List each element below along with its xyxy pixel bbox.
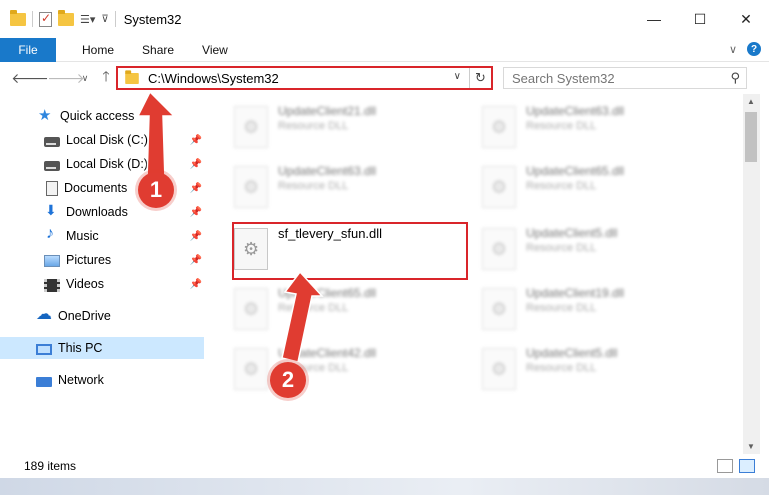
arrow-1 — [136, 90, 176, 181]
annotation-arrows — [136, 90, 324, 363]
step-2-callout: 2 — [270, 362, 306, 398]
arrow-2 — [281, 270, 324, 363]
step-1-callout: 1 — [138, 172, 174, 208]
